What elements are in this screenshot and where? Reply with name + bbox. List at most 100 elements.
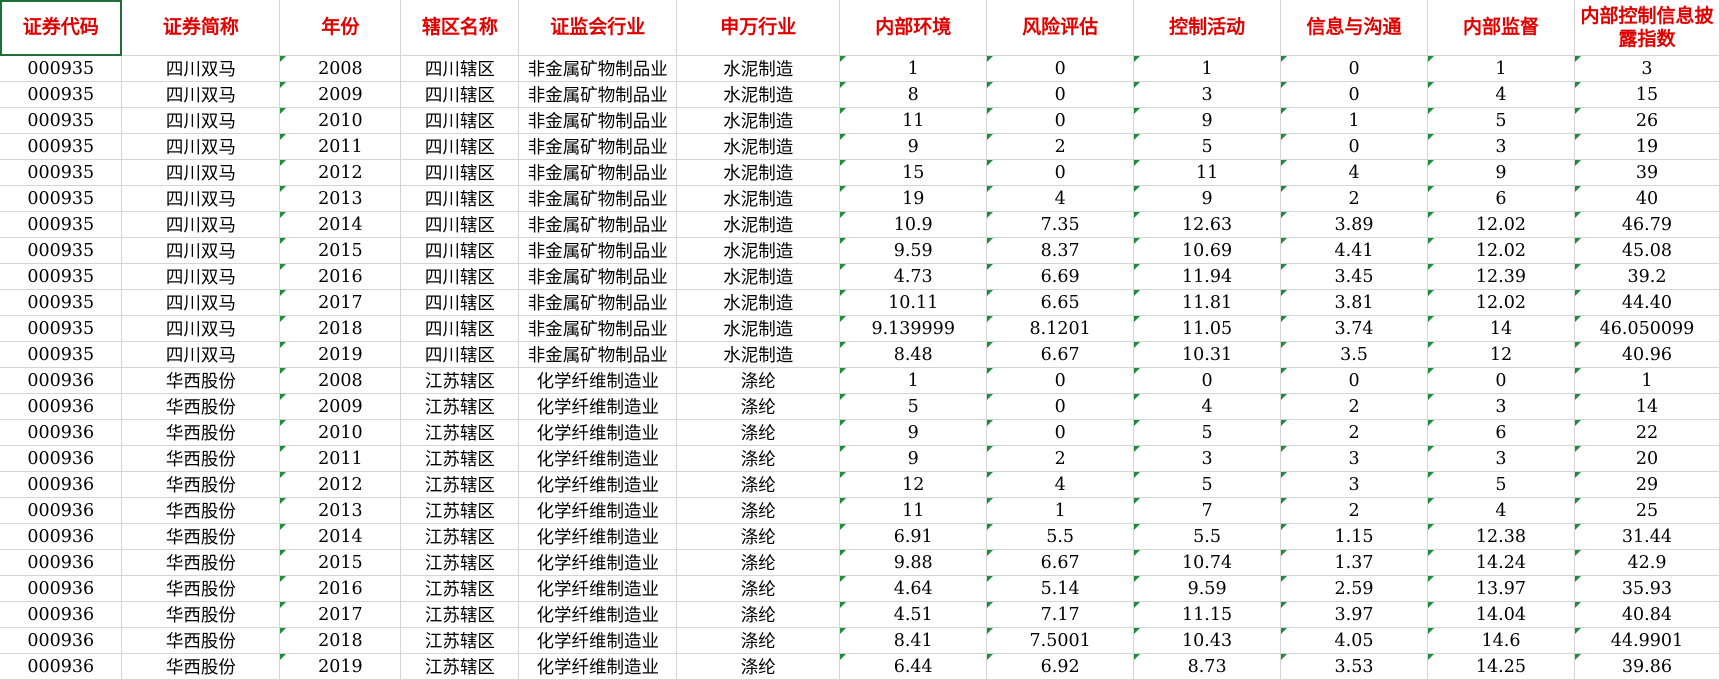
cell-disclosure-index[interactable]: 44.40 [1574,289,1720,316]
cell-region[interactable]: 江苏辖区 [400,445,520,472]
cell-risk-assessment[interactable]: 0 [986,419,1135,446]
cell-stock-name[interactable]: 四川双马 [121,159,281,186]
cell-internal-environment[interactable]: 8.41 [839,627,988,654]
cell-stock-code[interactable]: 000935 [0,289,123,316]
cell-stock-code[interactable]: 000935 [0,159,123,186]
cell-year[interactable]: 2012 [279,159,402,186]
cell-stock-code[interactable]: 000935 [0,81,123,108]
cell-csrc-industry[interactable]: 化学纤维制造业 [518,575,678,602]
cell-csrc-industry[interactable]: 非金属矿物制品业 [518,263,678,290]
cell-year[interactable]: 2014 [279,523,402,550]
cell-control-activities[interactable]: 1 [1133,55,1282,82]
cell-disclosure-index[interactable]: 22 [1574,419,1720,446]
cell-stock-name[interactable]: 华西股份 [121,523,281,550]
cell-csrc-industry[interactable]: 化学纤维制造业 [518,419,678,446]
cell-info-communication[interactable]: 4 [1280,159,1428,186]
cell-sw-industry[interactable]: 涤纶 [676,419,841,446]
cell-internal-supervision[interactable]: 3 [1427,445,1575,472]
cell-csrc-industry[interactable]: 化学纤维制造业 [518,627,678,654]
cell-stock-code[interactable]: 000935 [0,211,123,238]
cell-year[interactable]: 2008 [279,55,402,82]
cell-sw-industry[interactable]: 水泥制造 [676,107,841,134]
cell-info-communication[interactable]: 3.53 [1280,653,1428,680]
cell-sw-industry[interactable]: 水泥制造 [676,263,841,290]
cell-risk-assessment[interactable]: 7.17 [986,601,1135,628]
cell-stock-name[interactable]: 华西股份 [121,601,281,628]
cell-sw-industry[interactable]: 涤纶 [676,523,841,550]
cell-stock-code[interactable]: 000936 [0,497,123,524]
cell-internal-supervision[interactable]: 13.97 [1427,575,1575,602]
cell-year[interactable]: 2010 [279,107,402,134]
cell-control-activities[interactable]: 11 [1133,159,1282,186]
cell-control-activities[interactable]: 11.05 [1133,315,1282,342]
cell-disclosure-index[interactable]: 45.08 [1574,237,1720,264]
cell-internal-supervision[interactable]: 6 [1427,419,1575,446]
cell-disclosure-index[interactable]: 40 [1574,185,1720,212]
cell-info-communication[interactable]: 2 [1280,185,1428,212]
cell-disclosure-index[interactable]: 42.9 [1574,549,1720,576]
cell-stock-code[interactable]: 000936 [0,445,123,472]
cell-stock-code[interactable]: 000935 [0,263,123,290]
cell-stock-name[interactable]: 华西股份 [121,497,281,524]
cell-stock-name[interactable]: 华西股份 [121,627,281,654]
cell-internal-supervision[interactable]: 12 [1427,341,1575,368]
cell-info-communication[interactable]: 3.89 [1280,211,1428,238]
cell-disclosure-index[interactable]: 25 [1574,497,1720,524]
cell-internal-supervision[interactable]: 3 [1427,393,1575,420]
cell-region[interactable]: 四川辖区 [400,341,520,368]
cell-disclosure-index[interactable]: 44.9901 [1574,627,1720,654]
cell-disclosure-index[interactable]: 39 [1574,159,1720,186]
cell-year[interactable]: 2017 [279,289,402,316]
cell-year[interactable]: 2008 [279,367,402,394]
cell-stock-name[interactable]: 四川双马 [121,289,281,316]
cell-disclosure-index[interactable]: 1 [1574,367,1720,394]
cell-year[interactable]: 2009 [279,81,402,108]
cell-internal-environment[interactable]: 9.59 [839,237,988,264]
cell-internal-environment[interactable]: 15 [839,159,988,186]
cell-csrc-industry[interactable]: 化学纤维制造业 [518,445,678,472]
cell-year[interactable]: 2015 [279,549,402,576]
cell-sw-industry[interactable]: 水泥制造 [676,237,841,264]
cell-internal-supervision[interactable]: 12.02 [1427,237,1575,264]
header-cell-stock-code[interactable]: 证券代码 [0,0,123,56]
cell-disclosure-index[interactable]: 14 [1574,393,1720,420]
cell-control-activities[interactable]: 8.73 [1133,653,1282,680]
cell-region[interactable]: 四川辖区 [400,289,520,316]
header-cell-control-activities[interactable]: 控制活动 [1133,0,1282,56]
cell-sw-industry[interactable]: 涤纶 [676,445,841,472]
cell-stock-code[interactable]: 000936 [0,523,123,550]
cell-region[interactable]: 四川辖区 [400,55,520,82]
cell-region[interactable]: 四川辖区 [400,237,520,264]
cell-sw-industry[interactable]: 涤纶 [676,575,841,602]
cell-control-activities[interactable]: 3 [1133,445,1282,472]
cell-control-activities[interactable]: 5.5 [1133,523,1282,550]
cell-csrc-industry[interactable]: 化学纤维制造业 [518,549,678,576]
cell-csrc-industry[interactable]: 化学纤维制造业 [518,497,678,524]
cell-risk-assessment[interactable]: 6.67 [986,341,1135,368]
cell-year[interactable]: 2010 [279,419,402,446]
cell-stock-code[interactable]: 000936 [0,575,123,602]
cell-year[interactable]: 2019 [279,653,402,680]
cell-internal-environment[interactable]: 4.64 [839,575,988,602]
cell-internal-supervision[interactable]: 14.04 [1427,601,1575,628]
cell-stock-name[interactable]: 四川双马 [121,263,281,290]
cell-risk-assessment[interactable]: 6.67 [986,549,1135,576]
cell-region[interactable]: 四川辖区 [400,159,520,186]
cell-info-communication[interactable]: 3.97 [1280,601,1428,628]
cell-internal-environment[interactable]: 1 [839,55,988,82]
cell-sw-industry[interactable]: 涤纶 [676,393,841,420]
cell-info-communication[interactable]: 3 [1280,471,1428,498]
header-cell-internal-environment[interactable]: 内部环境 [839,0,988,56]
cell-stock-code[interactable]: 000935 [0,315,123,342]
cell-year[interactable]: 2017 [279,601,402,628]
cell-disclosure-index[interactable]: 39.2 [1574,263,1720,290]
cell-region[interactable]: 四川辖区 [400,81,520,108]
cell-internal-environment[interactable]: 5 [839,393,988,420]
cell-internal-environment[interactable]: 6.91 [839,523,988,550]
cell-internal-environment[interactable]: 8.48 [839,341,988,368]
cell-risk-assessment[interactable]: 0 [986,81,1135,108]
cell-stock-name[interactable]: 四川双马 [121,81,281,108]
cell-stock-code[interactable]: 000935 [0,185,123,212]
cell-control-activities[interactable]: 0 [1133,367,1282,394]
cell-control-activities[interactable]: 9 [1133,107,1282,134]
